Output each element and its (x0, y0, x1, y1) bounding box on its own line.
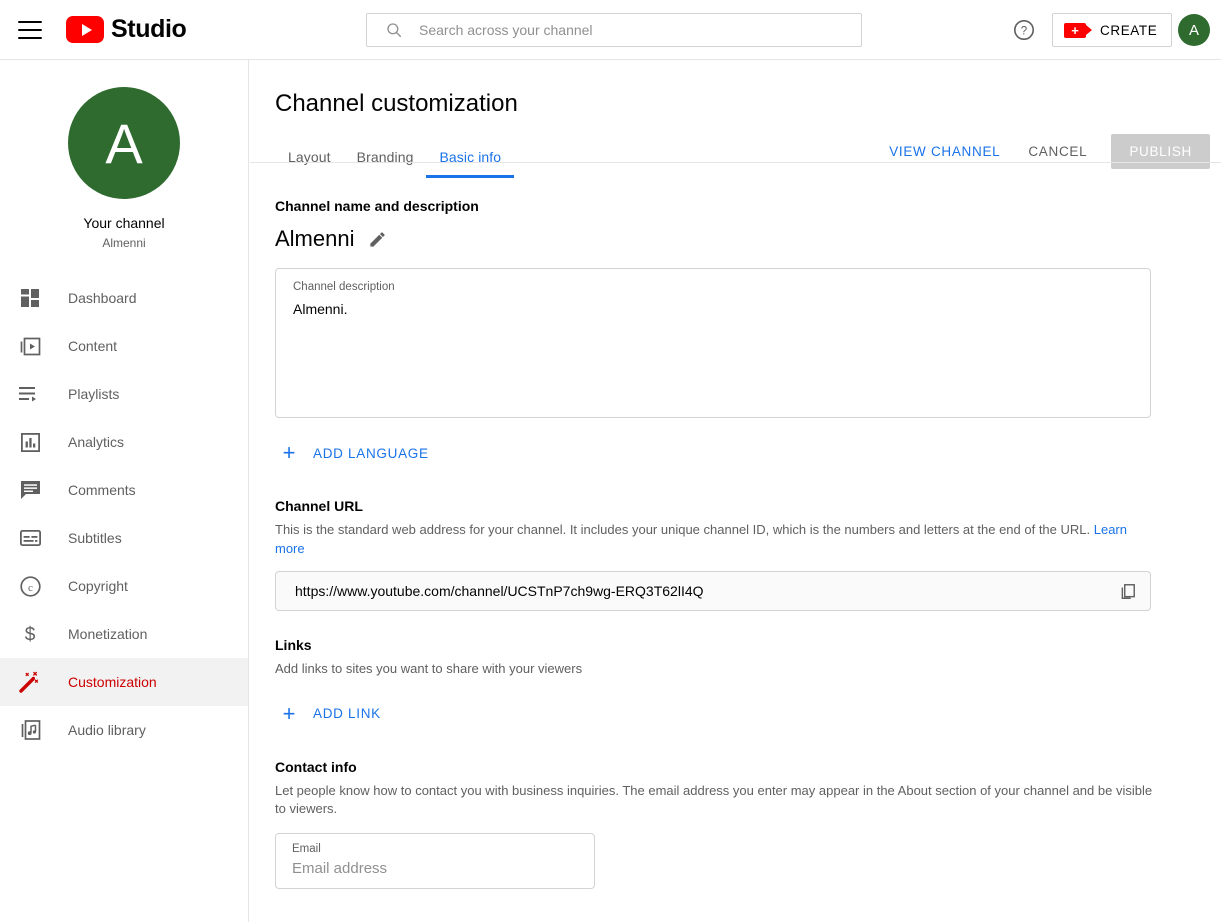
sidebar-item-label: Playlists (68, 386, 120, 402)
channel-description-input[interactable]: Channel description Almenni. (275, 268, 1151, 418)
avatar[interactable]: A (1178, 14, 1210, 46)
tab-layout[interactable]: Layout (275, 149, 344, 178)
channel-description-label: Channel description (293, 281, 395, 293)
basic-info-panel: Channel name and description Almenni Cha… (250, 198, 1221, 890)
links-description: Add links to sites you want to share wit… (275, 660, 583, 676)
sidebar-item-monetization[interactable]: $ Monetization (0, 610, 248, 658)
svg-text:c: c (28, 581, 33, 593)
top-header-bar: Studio Search across your channel ? + CR… (0, 0, 1221, 60)
plus-icon: + (282, 700, 296, 726)
channel-url-section: Channel URL This is the standard web add… (275, 498, 1196, 611)
email-field-label: Email (292, 843, 321, 856)
channel-summary: A Your channel Almenni (0, 60, 248, 250)
copy-icon[interactable] (1112, 577, 1142, 607)
channel-name-section-heading: Channel name and description (275, 198, 479, 214)
create-button[interactable]: + CREATE (1052, 13, 1173, 47)
sidebar-item-label: Customization (68, 674, 157, 690)
hamburger-menu-icon[interactable] (18, 20, 42, 39)
svg-text:?: ? (1021, 26, 1027, 38)
sidebar-item-label: Copyright (68, 578, 128, 594)
channel-url-description-text: This is the standard web address for you… (275, 522, 1094, 537)
email-field-placeholder: Email address (292, 860, 388, 878)
help-circle-icon[interactable]: ? (1008, 14, 1040, 46)
main-content: Channel customization Layout Branding Ba… (250, 60, 1221, 922)
sidebar-avatar-initial: A (105, 111, 143, 175)
sidebar-item-dashboard[interactable]: Dashboard (0, 274, 248, 322)
copyright-icon: c (18, 574, 42, 598)
channel-url-value: https://www.youtube.com/channel/UCSTnP7c… (295, 582, 704, 599)
sidebar-item-analytics[interactable]: Analytics (0, 418, 248, 466)
tab-bar-divider (250, 162, 1221, 163)
search-input[interactable]: Search across your channel (366, 13, 862, 47)
svg-text:$: $ (25, 625, 36, 646)
video-camera-plus-icon: + (1064, 22, 1092, 38)
links-heading: Links (275, 636, 312, 653)
logo-text: Studio (111, 15, 187, 43)
sidebar-item-label: Dashboard (68, 290, 137, 306)
channel-description-value: Almenni. (293, 301, 348, 317)
create-button-label: CREATE (1100, 22, 1158, 38)
sidebar-item-label: Subtitles (68, 530, 122, 546)
email-field[interactable]: Email Email address (275, 833, 595, 890)
page-actions: VIEW CHANNEL CANCEL PUBLISH (879, 134, 1210, 169)
sidebar-item-copyright[interactable]: c Copyright (0, 562, 248, 610)
content-video-icon (18, 334, 42, 358)
channel-name-row: Almenni (275, 226, 1196, 252)
sidebar-item-label: Content (68, 338, 118, 354)
publish-button[interactable]: PUBLISH (1111, 134, 1210, 169)
sidebar-avatar[interactable]: A (68, 87, 180, 199)
sidebar-item-playlists[interactable]: Playlists (0, 370, 248, 418)
contact-info-section: Contact info Let people know how to cont… (275, 759, 1196, 890)
channel-title: Your channel (83, 215, 165, 231)
sidebar-item-label: Comments (68, 482, 136, 498)
search-icon (385, 21, 403, 39)
sidebar-item-subtitles[interactable]: Subtitles (0, 514, 248, 562)
channel-url-heading: Channel URL (275, 498, 363, 514)
sidebar-item-content[interactable]: Content (0, 322, 248, 370)
subtitles-icon (18, 526, 42, 550)
pencil-edit-icon[interactable] (368, 230, 387, 249)
add-link-button[interactable]: + ADD LINK (271, 695, 391, 733)
search-placeholder: Search across your channel (419, 22, 593, 38)
sidebar-item-audio-library[interactable]: Audio library (0, 706, 248, 754)
sidebar-item-label: Analytics (68, 434, 125, 450)
page-title: Channel customization (275, 90, 518, 117)
youtube-studio-logo[interactable]: Studio (66, 15, 187, 44)
dashboard-icon (18, 286, 42, 310)
add-language-label: ADD LANGUAGE (313, 445, 429, 461)
playlist-icon (18, 382, 42, 406)
channel-name: Almenni (102, 236, 146, 250)
sidebar-item-label: Monetization (68, 626, 148, 642)
contact-info-heading: Contact info (275, 758, 357, 775)
sidebar-item-label: Audio library (68, 722, 146, 738)
music-note-icon (18, 718, 42, 742)
tab-basic-info[interactable]: Basic info (426, 149, 514, 178)
tab-branding[interactable]: Branding (344, 149, 427, 178)
contact-info-description: Let people know how to contact you with … (275, 782, 1153, 817)
plus-icon: + (282, 440, 296, 465)
links-section: Links Add links to sites you want to sha… (275, 637, 1196, 733)
channel-url-field[interactable]: https://www.youtube.com/channel/UCSTnP7c… (275, 570, 1151, 611)
comment-icon (18, 478, 42, 502)
add-link-label: ADD LINK (313, 706, 381, 722)
youtube-play-icon (66, 16, 104, 43)
channel-url-description: This is the standard web address for you… (275, 521, 1155, 559)
analytics-bar-icon (18, 430, 42, 454)
add-language-button[interactable]: + ADD LANGUAGE (271, 434, 439, 472)
sidebar-nav: Dashboard Content Playlists Analytics Co (0, 274, 248, 754)
avatar-initial: A (1188, 21, 1199, 39)
sidebar-item-customization[interactable]: Customization (0, 658, 248, 706)
sidebar-item-comments[interactable]: Comments (0, 466, 248, 514)
dollar-icon: $ (18, 622, 42, 646)
channel-name-value: Almenni (275, 226, 355, 251)
sidebar: A Your channel Almenni Dashboard Content… (0, 60, 249, 922)
magic-wand-icon (18, 670, 42, 694)
